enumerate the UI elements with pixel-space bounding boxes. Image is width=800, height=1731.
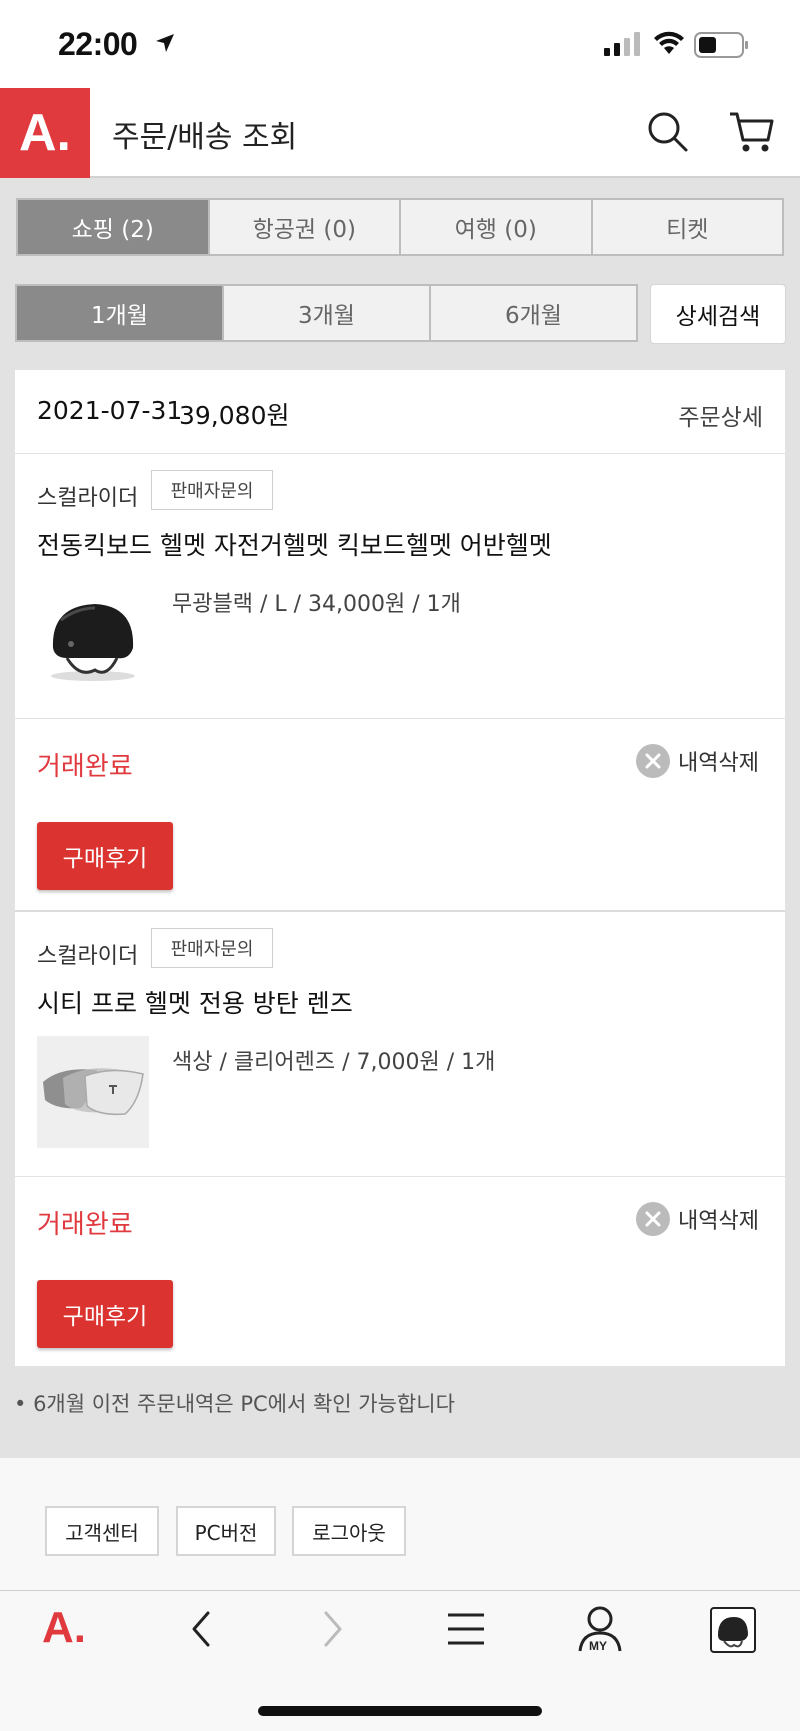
product-option: 무광블랙 / L / 34,000원 / 1개 bbox=[172, 592, 461, 617]
helmet-thumbnail-icon bbox=[718, 1617, 748, 1648]
home-logo[interactable]: A. bbox=[42, 1603, 86, 1653]
delete-history-button[interactable]: 내역삭제 bbox=[636, 1202, 759, 1236]
history-note: • 6개월 이전 주문내역은 PC에서 확인 가능합니다 bbox=[14, 1388, 455, 1418]
write-review-button[interactable]: 구매후기 bbox=[37, 1280, 173, 1348]
product-name[interactable]: 전동킥보드 헬멧 자전거헬멧 킥보드헬멧 어반헬멧 bbox=[37, 526, 552, 562]
brand-logo[interactable]: A. bbox=[0, 88, 90, 178]
my-page-button[interactable]: MY bbox=[576, 1605, 624, 1655]
seller-inquiry-button[interactable]: 판매자문의 bbox=[151, 928, 273, 968]
recent-product-button[interactable] bbox=[710, 1607, 756, 1653]
period-tabs: 1개월 3개월 6개월 bbox=[15, 284, 638, 342]
order-status: 거래완료 bbox=[37, 752, 133, 782]
home-indicator bbox=[258, 1706, 542, 1716]
logout-button[interactable]: 로그아웃 bbox=[292, 1506, 406, 1556]
cart-icon[interactable] bbox=[728, 110, 774, 154]
order-date: 2021-07-31 bbox=[37, 396, 183, 425]
order-header: 2021-07-31 39,080원 주문상세 bbox=[15, 370, 785, 454]
delete-history-button[interactable]: 내역삭제 bbox=[636, 744, 759, 778]
wifi-icon bbox=[654, 31, 684, 54]
seller-name[interactable]: 스컬라이더 bbox=[37, 480, 138, 512]
battery-icon bbox=[694, 32, 748, 58]
divider bbox=[15, 718, 785, 719]
seller-inquiry-button[interactable]: 판매자문의 bbox=[151, 470, 273, 510]
status-time: 22:00 bbox=[58, 26, 138, 62]
product-option: 색상 / 클리어렌즈 / 7,000원 / 1개 bbox=[172, 1050, 496, 1075]
write-review-button[interactable]: 구매후기 bbox=[37, 822, 173, 890]
location-arrow-icon bbox=[156, 34, 174, 52]
order-item: 스컬라이더 판매자문의 전동킥보드 헬멧 자전거헬멧 킥보드헬멧 어반헬멧 무광… bbox=[15, 454, 785, 912]
tab-flights[interactable]: 항공권 (0) bbox=[210, 200, 401, 254]
delete-history-label: 내역삭제 bbox=[678, 751, 759, 776]
order-status: 거래완료 bbox=[37, 1210, 133, 1240]
tab-travel[interactable]: 여행 (0) bbox=[401, 200, 593, 254]
search-icon[interactable] bbox=[646, 110, 690, 154]
tab-shopping[interactable]: 쇼핑 (2) bbox=[18, 200, 210, 254]
order-card: 2021-07-31 39,080원 주문상세 스컬라이더 판매자문의 전동킥보… bbox=[15, 370, 785, 1366]
menu-icon[interactable] bbox=[446, 1609, 486, 1649]
forward-arrow-icon[interactable] bbox=[318, 1609, 348, 1649]
divider bbox=[15, 1176, 785, 1177]
footer: 고객센터 PC버전 로그아웃 bbox=[0, 1458, 800, 1590]
app-header: A. 주문/배송 조회 bbox=[0, 88, 800, 178]
delete-history-label: 내역삭제 bbox=[678, 1209, 759, 1234]
tab-6-months[interactable]: 6개월 bbox=[431, 286, 636, 340]
visor-lens-icon[interactable] bbox=[37, 1036, 149, 1148]
close-circle-icon bbox=[636, 1202, 671, 1236]
tab-3-months[interactable]: 3개월 bbox=[224, 286, 431, 340]
order-amount: 39,080원 bbox=[179, 401, 290, 430]
tab-tickets[interactable]: 티켓 bbox=[593, 200, 783, 254]
pc-version-button[interactable]: PC버전 bbox=[176, 1506, 276, 1556]
status-bar: 22:00 bbox=[0, 0, 800, 88]
detail-search-button[interactable]: 상세검색 bbox=[650, 284, 786, 344]
my-label: MY bbox=[589, 1639, 607, 1653]
page-title: 주문/배송 조회 bbox=[112, 120, 298, 155]
category-tabs: 쇼핑 (2) 항공권 (0) 여행 (0) 티켓 bbox=[16, 198, 784, 256]
product-name[interactable]: 시티 프로 헬멧 전용 방탄 렌즈 bbox=[37, 984, 353, 1020]
history-note-text: 6개월 이전 주문내역은 PC에서 확인 가능합니다 bbox=[33, 1392, 455, 1416]
back-arrow-icon[interactable] bbox=[186, 1609, 216, 1649]
seller-name[interactable]: 스컬라이더 bbox=[37, 938, 138, 970]
cellular-signal-icon bbox=[604, 32, 640, 56]
logo-text: A. bbox=[19, 104, 71, 162]
tab-1-month[interactable]: 1개월 bbox=[17, 286, 224, 340]
customer-center-button[interactable]: 고객센터 bbox=[45, 1506, 159, 1556]
order-item: 스컬라이더 판매자문의 시티 프로 헬멧 전용 방탄 렌즈 색상 / 클리어렌즈… bbox=[15, 912, 785, 1366]
bullet: • bbox=[14, 1392, 34, 1416]
order-detail-link[interactable]: 주문상세 bbox=[678, 398, 763, 432]
close-circle-icon bbox=[636, 744, 671, 778]
helmet-icon[interactable] bbox=[37, 578, 149, 690]
